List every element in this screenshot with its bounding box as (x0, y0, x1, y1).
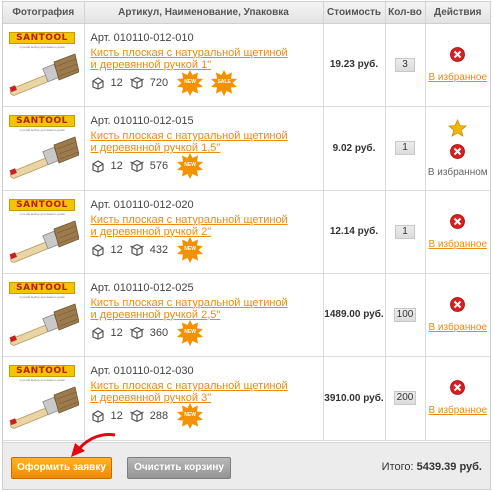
remove-icon[interactable] (450, 46, 466, 62)
new-badge-icon: NEW (177, 153, 204, 179)
pack-small-count: 12 (110, 160, 123, 172)
pack-small-count: 12 (110, 243, 123, 256)
brand-logo-subtitle: лучший выбор для вашего дома (19, 128, 65, 132)
pack-big-count: 360 (149, 326, 169, 339)
product-name-link[interactable]: Кисть плоская с натуральной щетиной и де… (91, 130, 291, 154)
product-photo[interactable]: SANTOOL лучший выбор для вашего дома (3, 107, 84, 189)
product-name-link[interactable]: Кисть плоская с натуральной щетиной и де… (91, 214, 291, 238)
article-number: Арт. 010110-012-010 (90, 31, 194, 44)
table-header-row: Фотография Артикул, Наименование, Упаков… (3, 2, 490, 24)
add-to-favorites-link[interactable]: В избранное (426, 239, 491, 250)
table-row: SANTOOL лучший выбор для вашего дома Арт… (3, 356, 491, 441)
clear-cart-button[interactable]: Очистить корзину (127, 457, 231, 479)
quantity-input[interactable]: 100 (394, 307, 416, 322)
brand-logo-subtitle: лучший выбор для вашего дома (19, 378, 65, 382)
small-package-icon (91, 410, 104, 423)
small-package-icon (91, 160, 104, 173)
new-badge-icon: NEW (177, 319, 204, 346)
brand-logo-subtitle: лучший выбор для вашего дома (19, 294, 65, 299)
table-row: SANTOOL лучший выбор для вашего дома Арт… (3, 273, 491, 357)
price-cell: 1489.00 руб. (323, 273, 386, 357)
article-number: Арт. 010110-012-025 (90, 281, 194, 294)
box-package-icon (129, 243, 144, 256)
article-number: Арт. 010110-012-015 (90, 115, 194, 127)
brush-image (8, 220, 79, 264)
pack-small-count: 12 (110, 410, 123, 422)
price-cell: 19.23 руб. (323, 23, 386, 107)
brand-logo: SANTOOL (9, 198, 75, 211)
product-name-link[interactable]: Кисть плоская с натуральной щетиной и де… (91, 380, 291, 404)
header-qty: Кол-во (385, 2, 426, 24)
brush-image (8, 386, 79, 430)
add-to-favorites-link[interactable]: В избранное (426, 322, 491, 333)
quantity-input[interactable]: 200 (394, 391, 416, 405)
brush-image (8, 136, 79, 180)
header-photo: Фотография (3, 2, 85, 24)
cart-footer: Оформить заявку Очистить корзину Итого: … (3, 433, 490, 489)
remove-icon[interactable] (450, 213, 466, 229)
brand-logo: SANTOOL (9, 365, 75, 377)
brush-image (8, 53, 79, 97)
remove-icon[interactable] (450, 380, 466, 395)
brand-logo: SANTOOL (9, 115, 75, 127)
table-row: SANTOOL лучший выбор для вашего дома Арт… (3, 190, 491, 274)
in-favorites-label: В избранном (427, 166, 488, 178)
brand-logo-subtitle: лучший выбор для вашего дома (19, 44, 65, 49)
small-package-icon (91, 243, 104, 257)
product-photo[interactable]: SANTOOL лучший выбор для вашего дома (3, 357, 84, 439)
pack-big-count: 576 (149, 160, 169, 172)
header-actions: Действия (425, 2, 490, 24)
arrow-icon (71, 433, 116, 457)
pack-big-count: 720 (149, 76, 169, 89)
product-photo[interactable]: SANTOOL лучший выбор для вашего дома (3, 191, 84, 273)
new-badge-icon: NEW (177, 69, 204, 96)
remove-icon[interactable] (450, 143, 466, 159)
pack-big-count: 288 (149, 410, 169, 422)
small-package-icon (91, 326, 104, 340)
total-label: Итого: (381, 461, 414, 473)
box-package-icon (129, 76, 144, 89)
cart-panel: Фотография Артикул, Наименование, Упаков… (2, 1, 491, 490)
brand-logo: SANTOOL (9, 281, 75, 294)
product-name-link[interactable]: Кисть плоская с натуральной щетиной и де… (91, 47, 291, 71)
table-row: SANTOOL лучший выбор для вашего дома Арт… (3, 106, 490, 191)
new-badge-icon: NEW (177, 236, 204, 263)
small-package-icon (91, 76, 104, 90)
header-price: Стоимость (323, 2, 386, 24)
pack-big-count: 432 (149, 243, 169, 256)
quantity-input[interactable]: 1 (395, 141, 415, 155)
quantity-input[interactable]: 1 (395, 224, 415, 239)
box-package-icon (129, 159, 144, 173)
header-name: Артикул, Наименование, Упаковка (84, 2, 324, 24)
product-photo[interactable]: SANTOOL лучший выбор для вашего дома (3, 24, 84, 106)
remove-icon[interactable] (450, 296, 466, 312)
article-number: Арт. 010110-012-030 (90, 365, 194, 377)
price-cell: 9.02 руб. (323, 106, 386, 191)
article-number: Арт. 010110-012-020 (90, 198, 194, 211)
brand-logo: SANTOOL (9, 31, 75, 44)
add-to-favorites-link[interactable]: В избранное (426, 72, 491, 83)
new-badge-icon: NEW (177, 403, 204, 429)
cart-total: Итого: 5439.39 руб. (382, 461, 482, 473)
brand-logo-subtitle: лучший выбор для вашего дома (19, 211, 65, 216)
table-row: SANTOOL лучший выбор для вашего дома Арт… (3, 23, 491, 107)
cart-table: Фотография Артикул, Наименование, Упаков… (3, 2, 490, 441)
product-name-link[interactable]: Кисть плоская с натуральной щетиной и де… (91, 297, 291, 321)
box-package-icon (129, 409, 144, 423)
pack-small-count: 12 (110, 326, 123, 339)
quantity-input[interactable]: 3 (395, 57, 415, 72)
pack-small-count: 12 (110, 76, 123, 89)
add-to-favorites-link[interactable]: В избранное (426, 405, 491, 416)
brush-image (8, 303, 79, 347)
box-package-icon (129, 326, 144, 339)
total-value: 5439.39 руб. (416, 461, 482, 473)
price-cell: 12.14 руб. (323, 190, 386, 274)
star-icon[interactable] (448, 118, 468, 138)
product-photo[interactable]: SANTOOL лучший выбор для вашего дома (3, 274, 84, 356)
sale-badge-icon: SALE (211, 69, 238, 96)
price-cell: 3910.00 руб. (323, 356, 386, 441)
